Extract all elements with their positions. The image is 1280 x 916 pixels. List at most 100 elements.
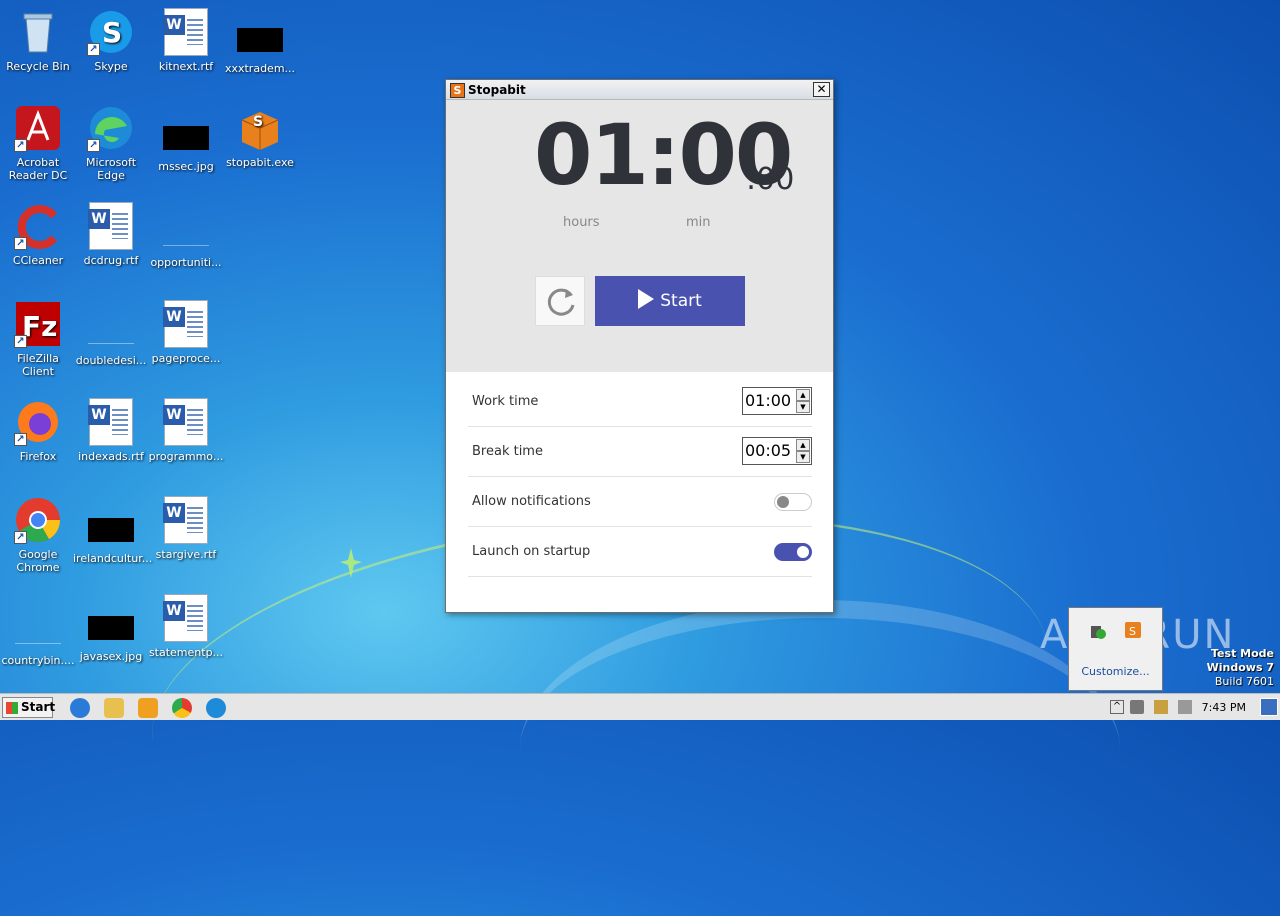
word-document-icon: W bbox=[163, 594, 208, 642]
desktop-icon-kitnext[interactable]: W kitnext.rtf bbox=[148, 8, 224, 73]
toggle-knob bbox=[797, 546, 809, 558]
network-icon[interactable] bbox=[1154, 700, 1168, 714]
desktop-icon-edge[interactable]: ↗ Microsoft Edge bbox=[73, 104, 149, 182]
show-hidden-icons-icon[interactable]: ^ bbox=[1110, 700, 1124, 714]
ie-icon[interactable] bbox=[70, 698, 90, 718]
recycle-bin-icon bbox=[14, 8, 62, 56]
break-time-row: Break time 00:05 ▲ ▼ bbox=[468, 427, 812, 477]
desktop-icon-label: stargive.rtf bbox=[155, 548, 217, 561]
svg-text:S: S bbox=[253, 114, 263, 130]
redacted-thumbnail bbox=[88, 518, 134, 542]
desktop-icon-countrybin[interactable]: countrybin.... bbox=[0, 606, 76, 667]
work-time-up-icon[interactable]: ▲ bbox=[796, 389, 810, 401]
desktop-icon-skype[interactable]: S ↗ Skype bbox=[73, 8, 149, 73]
desktop-icon-label: stopabit.exe bbox=[226, 156, 294, 169]
break-time-stepper[interactable]: 00:05 ▲ ▼ bbox=[742, 437, 812, 465]
taskbar-clock[interactable]: 7:43 PM bbox=[1202, 694, 1246, 721]
break-time-up-icon[interactable]: ▲ bbox=[796, 439, 810, 451]
stopabit-logo-icon: S bbox=[450, 83, 465, 98]
desktop-icon-filezilla[interactable]: Fz ↗ FileZilla Client bbox=[0, 300, 76, 378]
desktop-icon-statementp[interactable]: W statementp... bbox=[148, 594, 224, 659]
desktop-icon-label: Skype bbox=[94, 60, 128, 73]
desktop-icon-stargive[interactable]: W stargive.rtf bbox=[148, 496, 224, 561]
svg-text:S: S bbox=[102, 16, 122, 49]
desktop-icon-acrobat[interactable]: ↗ Acrobat Reader DC bbox=[0, 104, 76, 182]
word-document-icon: W bbox=[163, 398, 208, 446]
desktop-icon-programmo[interactable]: W programmo... bbox=[148, 398, 224, 463]
notifications-toggle[interactable] bbox=[774, 493, 812, 511]
skype-icon: S ↗ bbox=[87, 8, 135, 56]
chrome-taskbar-icon[interactable] bbox=[172, 698, 192, 718]
reset-icon bbox=[547, 288, 575, 316]
desktop-icon-label: FileZilla Client bbox=[17, 352, 59, 378]
desktop-icon-doubledesi[interactable]: doubledesi... bbox=[73, 306, 149, 367]
hours-label: hours bbox=[563, 215, 600, 230]
media-player-icon[interactable] bbox=[138, 698, 158, 718]
desktop-icon-label: kitnext.rtf bbox=[158, 60, 214, 73]
desktop-icon-label: CCleaner bbox=[12, 254, 64, 267]
customize-link[interactable]: Customize... bbox=[1069, 665, 1162, 678]
window-titlebar[interactable]: S Stopabit ✕ bbox=[446, 80, 833, 100]
shortcut-arrow-icon: ↗ bbox=[87, 43, 100, 56]
tray-overflow-icons: S bbox=[1091, 622, 1141, 639]
acrobat-icon: ↗ bbox=[14, 104, 62, 152]
work-time-label: Work time bbox=[472, 394, 539, 409]
desktop-icon-opportuniti[interactable]: opportuniti... bbox=[148, 208, 224, 269]
startup-toggle[interactable] bbox=[774, 543, 812, 561]
reset-button[interactable] bbox=[535, 276, 585, 326]
volume-icon[interactable] bbox=[1130, 700, 1144, 714]
work-time-value[interactable]: 01:00 bbox=[745, 388, 791, 414]
desktop-icon-indexads[interactable]: W indexads.rtf bbox=[73, 398, 149, 463]
desktop-icon-label: pageproce... bbox=[151, 352, 221, 365]
word-document-icon: W bbox=[163, 496, 208, 544]
work-time-stepper[interactable]: 01:00 ▲ ▼ bbox=[742, 387, 812, 415]
start-button[interactable]: Start bbox=[595, 276, 745, 326]
show-desktop-icon[interactable] bbox=[1260, 698, 1278, 716]
shortcut-arrow-icon: ↗ bbox=[14, 335, 27, 348]
wallpaper-glow bbox=[520, 600, 1120, 900]
close-button[interactable]: ✕ bbox=[813, 82, 830, 97]
test-mode-notice: Test Mode Windows 7 Build 7601 bbox=[1207, 647, 1274, 689]
startup-label: Launch on startup bbox=[472, 544, 591, 559]
edge-taskbar-icon[interactable] bbox=[206, 698, 226, 718]
shortcut-arrow-icon: ↗ bbox=[87, 139, 100, 152]
svg-text:Fz: Fz bbox=[22, 310, 57, 343]
desktop-icon-chrome[interactable]: ↗ Google Chrome bbox=[0, 496, 76, 574]
min-label: min bbox=[686, 215, 711, 230]
desktop-icon-xxxtradem[interactable]: xxxtradem... bbox=[222, 14, 298, 75]
desktop-icon-dcdrug[interactable]: W dcdrug.rtf bbox=[73, 202, 149, 267]
start-button[interactable]: Start bbox=[2, 697, 55, 718]
notifications-label: Allow notifications bbox=[472, 494, 591, 509]
desktop-icon-irelandcultur[interactable]: irelandcultur... bbox=[73, 504, 153, 565]
desktop-icon-pageproce[interactable]: W pageproce... bbox=[148, 300, 224, 365]
desktop-icon-recycle-bin[interactable]: Recycle Bin bbox=[0, 8, 76, 73]
shortcut-arrow-icon: ↗ bbox=[14, 531, 27, 544]
desktop-icon-label: doubledesi... bbox=[75, 354, 147, 367]
desktop-icon-label: xxxtradem... bbox=[224, 62, 296, 75]
desktop-icon-javasex[interactable]: javasex.jpg bbox=[73, 602, 149, 663]
desktop-icon-label: Firefox bbox=[19, 450, 57, 463]
timer-panel: 01:00 :00 hours min Start bbox=[446, 100, 833, 372]
shortcut-arrow-icon: ↗ bbox=[14, 237, 27, 250]
desktop-icon-label: irelandcultur... bbox=[73, 552, 153, 565]
window-title: Stopabit bbox=[468, 83, 526, 97]
taskbar: Start ^ 7:43 PM bbox=[0, 693, 1280, 720]
notifications-row: Allow notifications bbox=[468, 477, 812, 527]
work-time-down-icon[interactable]: ▼ bbox=[796, 401, 810, 413]
desktop-icon-label: indexads.rtf bbox=[78, 450, 144, 463]
action-center-flag-icon[interactable] bbox=[1178, 700, 1192, 714]
chrome-icon: ↗ bbox=[14, 496, 62, 544]
explorer-folder-icon[interactable] bbox=[104, 698, 124, 718]
break-time-value[interactable]: 00:05 bbox=[745, 438, 791, 464]
desktop-icon-stopabit-exe[interactable]: S stopabit.exe bbox=[222, 104, 298, 169]
desktop-icon-firefox[interactable]: ↗ Firefox bbox=[0, 398, 76, 463]
file-icon bbox=[163, 218, 209, 246]
desktop-icon-label: dcdrug.rtf bbox=[83, 254, 139, 267]
file-icon bbox=[88, 316, 134, 344]
break-time-label: Break time bbox=[472, 444, 543, 459]
desktop-icon-label: Microsoft Edge bbox=[85, 156, 137, 182]
break-time-down-icon[interactable]: ▼ bbox=[796, 451, 810, 463]
desktop-icon-mssec[interactable]: mssec.jpg bbox=[148, 112, 224, 173]
redacted-thumbnail bbox=[88, 616, 134, 640]
desktop-icon-ccleaner[interactable]: ↗ CCleaner bbox=[0, 202, 76, 267]
